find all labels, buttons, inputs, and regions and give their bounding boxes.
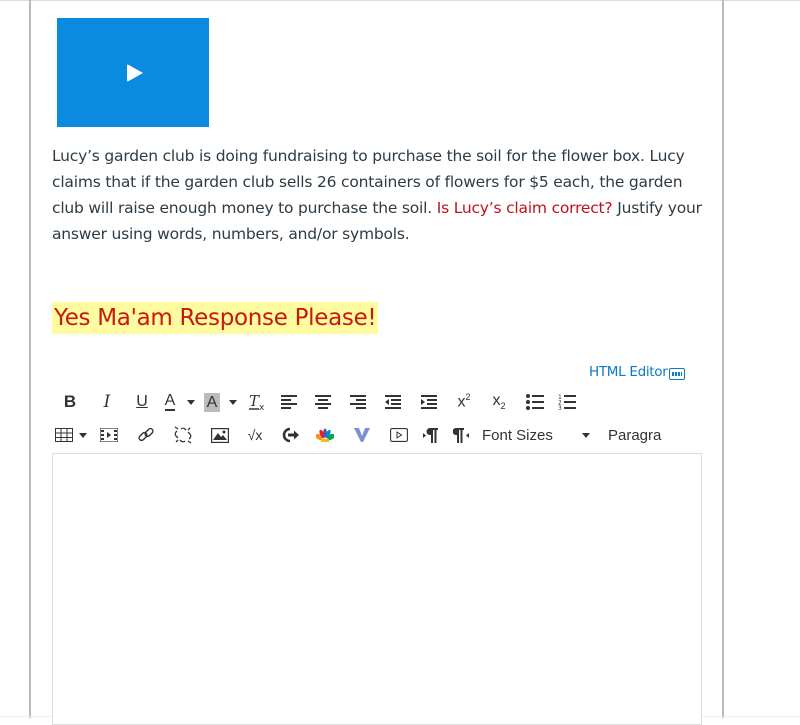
clear-formatting-icon: Tx: [249, 393, 265, 411]
image-button[interactable]: [202, 422, 238, 448]
link-button[interactable]: [128, 422, 164, 448]
lti-tool-button[interactable]: [272, 422, 308, 448]
underline-button[interactable]: U: [126, 389, 158, 415]
align-left-icon: [280, 395, 297, 409]
editor-toolbar-row2: √x Font Sizes Paragra: [52, 422, 666, 448]
equation-button[interactable]: √x: [238, 422, 272, 448]
background-color-dropdown[interactable]: [224, 389, 242, 415]
ltr-button[interactable]: [416, 422, 446, 448]
play-icon[interactable]: [127, 64, 143, 82]
italic-button[interactable]: I: [88, 389, 126, 415]
chevron-down-icon: [582, 432, 590, 438]
chevron-down-icon: [79, 432, 87, 438]
vimeo-icon: [354, 428, 370, 442]
align-left-button[interactable]: [272, 389, 305, 415]
content-right-border: [722, 0, 724, 718]
film-icon: [100, 428, 118, 442]
question-text: Lucy’s garden club is doing fundraising …: [52, 143, 712, 247]
font-sizes-dropdown[interactable]: Font Sizes: [476, 422, 594, 448]
text-color-icon: A: [164, 392, 176, 411]
unlink-icon: [174, 426, 192, 444]
numbered-list-icon: 123: [558, 394, 576, 410]
top-border: [0, 0, 800, 1]
external-tool-icon: [282, 427, 299, 443]
image-icon: [211, 427, 229, 443]
superscript-button[interactable]: x2: [447, 389, 481, 415]
editor-toolbar-row1: B I U A A Tx x2 x2 123: [52, 389, 582, 415]
superscript-icon: x2: [457, 392, 470, 411]
svg-text:x: x: [259, 403, 265, 411]
media-button[interactable]: [90, 422, 128, 448]
bullet-list-button[interactable]: [517, 389, 552, 415]
align-center-button[interactable]: [305, 389, 340, 415]
table-icon: [55, 428, 73, 442]
text-color-dropdown[interactable]: [182, 389, 200, 415]
table-button[interactable]: [52, 422, 76, 448]
numbered-list-button[interactable]: 123: [552, 389, 582, 415]
background-color-icon: A: [203, 392, 221, 412]
paragraph-format-dropdown[interactable]: Paragra: [594, 422, 666, 448]
outdent-icon: [385, 395, 401, 409]
vimeo-button[interactable]: [342, 422, 382, 448]
rtl-button[interactable]: [446, 422, 476, 448]
ltr-paragraph-icon: [423, 428, 438, 443]
nbc-peacock-icon: [316, 428, 334, 442]
indent-button[interactable]: [411, 389, 447, 415]
align-right-icon: [349, 395, 366, 409]
sqrt-icon: √x: [247, 427, 263, 443]
unlink-button[interactable]: [164, 422, 202, 448]
keyboard-icon[interactable]: [668, 368, 685, 380]
nbc-learn-button[interactable]: [308, 422, 342, 448]
subscript-icon: x2: [492, 392, 505, 411]
outdent-button[interactable]: [375, 389, 411, 415]
html-editor-label[interactable]: HTML Editor: [589, 364, 668, 380]
link-icon: [138, 427, 154, 442]
video-player[interactable]: [57, 18, 209, 127]
subscript-button[interactable]: x2: [481, 389, 517, 415]
table-dropdown[interactable]: [76, 422, 90, 448]
rich-text-editor-area[interactable]: [52, 453, 702, 725]
indent-icon: [421, 395, 437, 409]
text-color-button[interactable]: A: [158, 389, 182, 415]
question-highlight: Is Lucy’s claim correct?: [436, 199, 613, 217]
chevron-down-icon: [229, 399, 237, 405]
embed-video-button[interactable]: [382, 422, 416, 448]
align-right-button[interactable]: [340, 389, 375, 415]
superscript-num: 2: [465, 392, 471, 403]
bold-button[interactable]: B: [52, 389, 88, 415]
subscript-num: 2: [500, 401, 506, 412]
background-color-button[interactable]: A: [200, 389, 224, 415]
rtl-paragraph-icon: [453, 428, 469, 443]
bullet-list-icon: [525, 394, 544, 410]
paragraph-format-label: Paragra: [608, 426, 662, 444]
align-center-icon: [314, 395, 331, 409]
font-sizes-label: Font Sizes: [482, 426, 553, 444]
content-left-border: [29, 0, 31, 718]
clear-formatting-button[interactable]: Tx: [242, 389, 272, 415]
svg-text:3: 3: [558, 405, 562, 410]
chevron-down-icon: [187, 399, 195, 405]
html-editor-link[interactable]: HTML Editor: [589, 364, 685, 380]
response-heading: Yes Ma'am Response Please!: [52, 302, 379, 334]
video-icon: [390, 428, 408, 442]
